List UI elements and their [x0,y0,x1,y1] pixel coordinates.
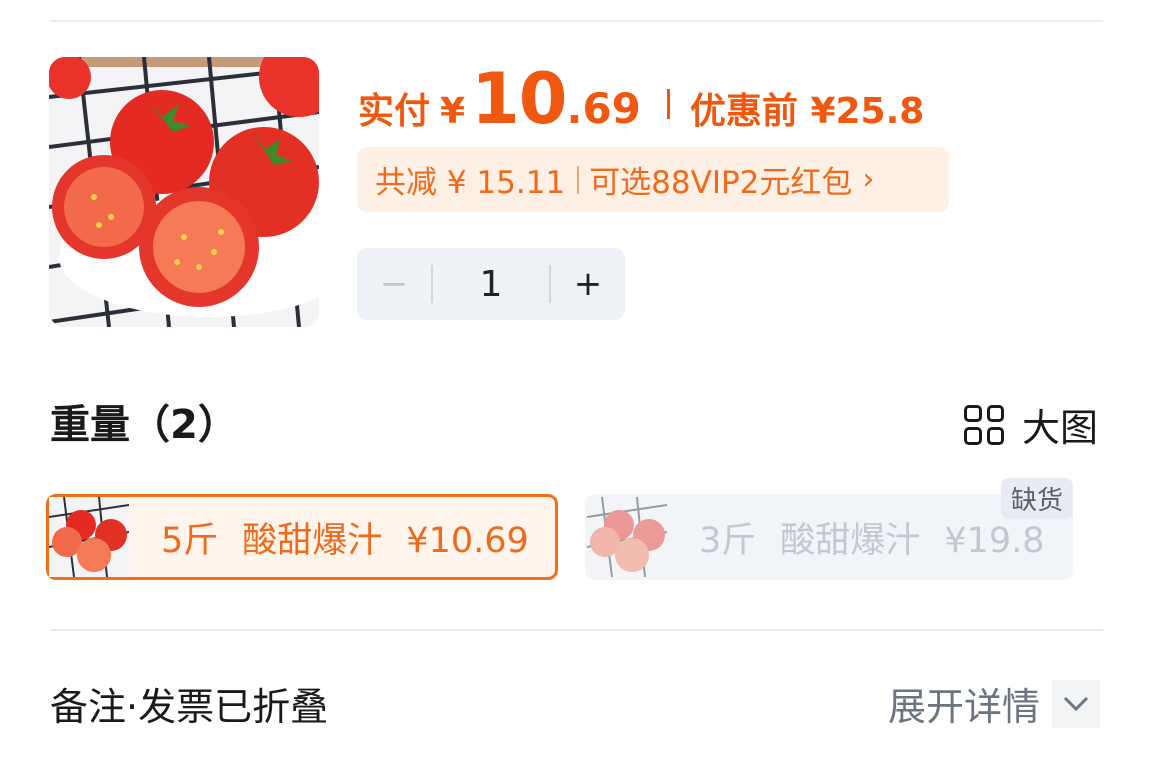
chevron-down-icon [1052,679,1101,728]
quantity-value[interactable]: 1 [433,264,549,305]
tomato-illustration [49,57,319,327]
big-image-label: 大图 [1022,406,1099,450]
product-image[interactable] [49,57,319,327]
total-discount: 共减 ¥ 15.11 [375,165,566,201]
weight-option-5jin[interactable]: 5斤 酸甜爆汁 ¥10.69 [46,494,558,580]
discount-banner[interactable]: 共减 ¥ 15.11 可选88VIP2元红包 › [357,147,949,212]
expand-details-label: 展开详情 [888,685,1041,729]
option-thumbnail [587,497,667,577]
option-desc: 酸甜爆汁 [242,520,383,561]
out-of-stock-badge: 缺货 [1000,478,1073,519]
option-desc: 酸甜爆汁 [780,520,921,561]
option-weight: 3斤 [699,520,757,561]
decrement-button[interactable]: − [357,264,431,304]
weight-option-3jin[interactable]: 3斤 酸甜爆汁 ¥19.8 缺货 [585,478,1073,580]
price-integer: 10 [471,58,567,140]
quantity-stepper: − 1 + [357,248,625,320]
coupon-option: 可选88VIP2元红包 [589,165,853,201]
original-price: 优惠前 ¥25.8 [689,91,925,132]
option-label: 5斤 酸甜爆汁 ¥10.69 [161,512,529,563]
price-row: 实付 ¥ 10 .69 优惠前 ¥25.8 [358,58,925,140]
expand-details-button[interactable]: 展开详情 [888,676,1101,731]
grid-icon [964,404,1004,445]
option-label: 3斤 酸甜爆汁 ¥19.8 [699,512,1045,563]
option-thumbnail [49,497,129,577]
discount-separator [577,165,580,194]
price-decimal: .69 [566,84,641,133]
top-divider [50,20,1103,22]
weight-section-title: 重量（2） [50,402,238,448]
increment-button[interactable]: + [551,264,625,304]
option-price: ¥19.8 [944,520,1045,561]
currency-symbol: ¥ [440,91,466,132]
option-price: ¥10.69 [406,520,529,561]
chevron-right-icon: › [862,162,875,197]
option-weight: 5斤 [161,520,219,561]
section-divider [50,629,1103,631]
big-image-toggle[interactable]: 大图 [964,397,1098,452]
price-separator [666,89,670,119]
price-paid-label: 实付 [358,91,431,132]
notes-invoice-label: 备注·发票已折叠 [50,685,329,729]
